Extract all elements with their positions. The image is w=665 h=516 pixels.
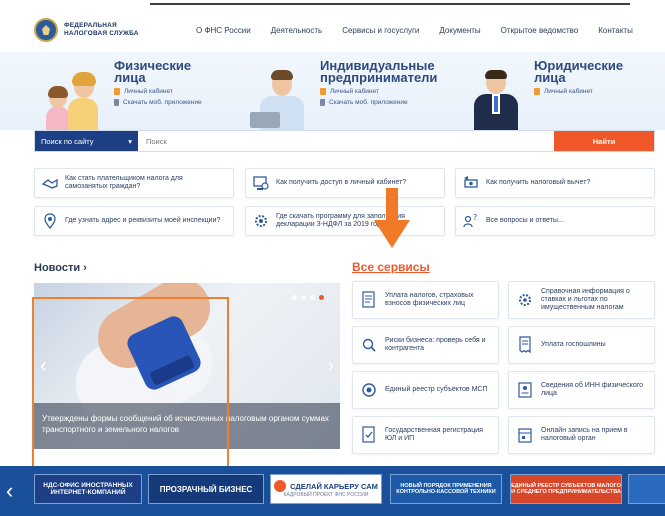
hero-individuals[interactable]: Физические лица Личный кабинет Скачать м… — [40, 59, 202, 130]
banner-partial[interactable] — [628, 474, 665, 504]
service-state-duty[interactable]: Уплата госпошлины — [508, 326, 655, 364]
hero-entrepreneurs[interactable]: Индивидуальные предприниматели Личный ка… — [246, 59, 438, 130]
svg-text:?: ? — [473, 213, 477, 222]
chevron-right-icon[interactable]: › — [327, 355, 334, 378]
banner-career[interactable]: СДЕЛАЙ КАРЬЕРУ САМ КАДРОВЫЙ ПРОЕКТ ФНС Р… — [270, 474, 382, 504]
carousel-dot[interactable] — [292, 295, 297, 300]
receipt-icon — [517, 336, 533, 354]
top-edge — [0, 0, 665, 8]
quick-link-all-questions[interactable]: ? Все вопросы и ответы... — [455, 206, 655, 236]
logo-line1: ФЕДЕРАЛЬНАЯ — [64, 22, 117, 29]
site-search: Поиск по сайту ▾ Найти — [34, 130, 655, 152]
chevron-down-icon: ▾ — [128, 136, 132, 146]
businessman-illustration — [460, 60, 530, 130]
career-logo-icon — [274, 480, 287, 492]
payment-doc-icon — [361, 291, 377, 309]
hero-title-legal-2: лица — [534, 70, 566, 85]
site-header: ФЕДЕРАЛЬНАЯ НАЛОГОВАЯ СЛУЖБА О ФНС Росси… — [0, 8, 665, 52]
quick-link-cabinet-access[interactable]: Как получить доступ в личный кабинет? — [245, 168, 445, 198]
hero-legal-entities[interactable]: Юридические лица Личный кабинет — [460, 59, 623, 130]
service-inn-info[interactable]: Сведения об ИНН физического лица — [508, 371, 655, 409]
service-tax-payment[interactable]: Уплата налогов, страховых взносов физиче… — [352, 281, 499, 319]
news-heading-link[interactable]: Новости › — [34, 262, 87, 274]
hero-title-entrepreneurs-2: предприниматели — [320, 70, 438, 85]
id-card-icon — [517, 381, 533, 399]
fns-logo[interactable]: ФЕДЕРАЛЬНАЯ НАЛОГОВАЯ СЛУЖБА — [34, 18, 184, 42]
carousel-dot-active[interactable] — [319, 295, 324, 300]
hero-title-individuals-2: лица — [114, 70, 146, 85]
quick-link-self-employed[interactable]: Как стать плательщиком налога для самоза… — [34, 168, 234, 198]
handshake-icon — [41, 174, 59, 192]
search-check-icon — [361, 336, 377, 354]
service-online-appointment[interactable]: Онлайн запись на прием в налоговый орган — [508, 416, 655, 454]
entrepreneur-illustration — [246, 60, 316, 130]
appointment-icon — [517, 426, 533, 444]
carousel-dot[interactable] — [310, 295, 315, 300]
lock-icon — [534, 88, 540, 95]
banner-cash-registers[interactable]: НОВЫЙ ПОРЯДОК ПРИМЕНЕНИЯ КОНТРОЛЬНО-КАСС… — [390, 474, 502, 504]
logo-line2: НАЛОГОВАЯ СЛУЖБА — [64, 30, 139, 37]
carousel-dots — [288, 295, 324, 300]
family-illustration — [40, 60, 110, 130]
nav-about[interactable]: О ФНС России — [196, 26, 251, 35]
registration-icon — [361, 426, 377, 444]
quick-link-tax-deduction[interactable]: Как получить налоговый вычет? — [455, 168, 655, 198]
search-scope-select[interactable]: Поиск по сайту ▾ — [35, 131, 138, 151]
service-sme-registry[interactable]: Единый реестр субъектов МСП — [352, 371, 499, 409]
service-property-tax-info[interactable]: Справочная информация о ставках и льгота… — [508, 281, 655, 319]
question-people-icon: ? — [462, 212, 480, 230]
main-nav: О ФНС России Деятельность Сервисы и госу… — [196, 26, 653, 35]
nav-open-agency[interactable]: Открытое ведомство — [501, 26, 579, 35]
gear-download-icon — [252, 212, 270, 230]
search-input[interactable] — [138, 131, 554, 151]
search-button[interactable]: Найти — [554, 131, 654, 151]
lock-icon — [320, 88, 326, 95]
hero-section: Физические лица Личный кабинет Скачать м… — [0, 52, 665, 130]
service-business-risks[interactable]: Риски бизнеса: проверь себя и контрагент… — [352, 326, 499, 364]
chevron-left-icon[interactable]: ‹ — [6, 478, 13, 504]
banner-strip: ‹ НДС-ОФИС ИНОСТРАННЫХ ИНТЕРНЕТ-КОМПАНИЙ… — [0, 466, 665, 516]
legal-cabinet-link[interactable]: Личный кабинет — [534, 88, 623, 95]
lock-icon — [114, 88, 120, 95]
location-pin-icon — [41, 212, 59, 230]
carousel-dot[interactable] — [301, 295, 306, 300]
entrepreneurs-cabinet-link[interactable]: Личный кабинет — [320, 88, 437, 95]
quick-link-inspection-address[interactable]: Где узнать адрес и реквизиты моей инспек… — [34, 206, 234, 236]
money-return-icon — [462, 174, 480, 192]
entrepreneurs-app-link[interactable]: Скачать моб. приложение — [320, 99, 437, 106]
individuals-cabinet-link[interactable]: Личный кабинет — [114, 88, 202, 95]
service-state-registration[interactable]: Государственная регистрация ЮЛ и ИП — [352, 416, 499, 454]
phone-icon — [114, 99, 119, 106]
computer-user-icon — [252, 174, 270, 192]
quick-link-3ndfl-program[interactable]: Где скачать программу для заполнения дек… — [245, 206, 445, 236]
annotation-highlight-frame — [32, 297, 229, 492]
nav-documents[interactable]: Документы — [439, 26, 480, 35]
phone-icon — [320, 99, 325, 106]
registry-icon — [361, 381, 377, 399]
info-gear-icon — [517, 291, 533, 309]
individuals-app-link[interactable]: Скачать моб. приложение — [114, 99, 202, 106]
banner-transparent-business[interactable]: ПРОЗРАЧНЫЙ БИЗНЕС — [148, 474, 264, 504]
annotation-arrow-icon — [374, 188, 410, 248]
nav-contacts[interactable]: Контакты — [598, 26, 633, 35]
nav-activity[interactable]: Деятельность — [271, 26, 323, 35]
nav-services[interactable]: Сервисы и госуслуги — [342, 26, 419, 35]
all-services-link[interactable]: Все сервисы — [352, 260, 430, 274]
banner-sme-registry[interactable]: ЕДИНЫЙ РЕЕСТР СУБЪЕКТОВ МАЛОГО И СРЕДНЕГ… — [510, 474, 622, 504]
emblem-icon — [34, 18, 58, 42]
banner-vat-office[interactable]: НДС-ОФИС ИНОСТРАННЫХ ИНТЕРНЕТ-КОМПАНИЙ — [34, 474, 142, 504]
